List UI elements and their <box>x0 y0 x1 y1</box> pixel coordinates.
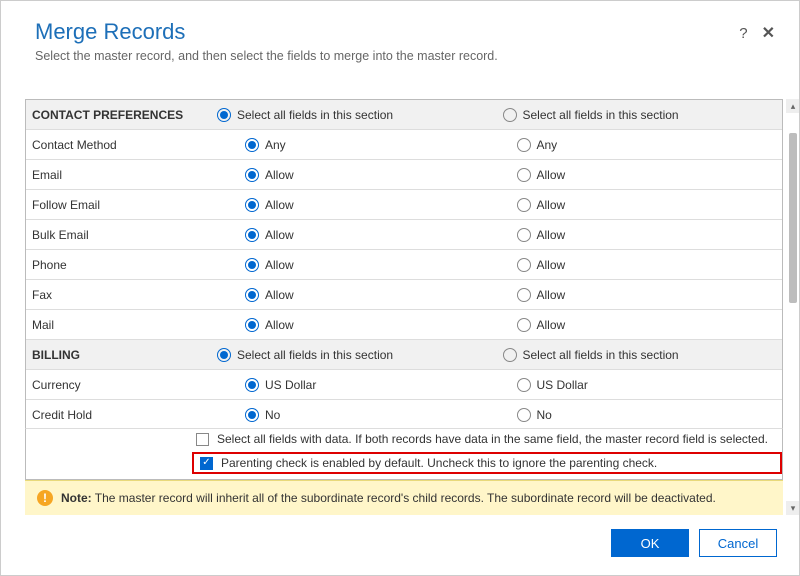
field-b-value: No <box>537 408 552 422</box>
field-b-radio[interactable] <box>517 138 531 152</box>
dialog-subtitle: Select the master record, and then selec… <box>35 49 775 63</box>
field-b-radio[interactable] <box>517 378 531 392</box>
select-all-a-radio[interactable] <box>217 108 231 122</box>
field-b-value: Allow <box>537 168 566 182</box>
scroll-thumb[interactable] <box>789 133 797 303</box>
select-all-label: Select all fields in this section <box>237 348 393 362</box>
select-all-b-radio[interactable] <box>503 108 517 122</box>
field-a-value: No <box>265 408 280 422</box>
field-row: Contact Method Any Any <box>26 130 782 160</box>
select-all-label: Select all fields in this section <box>523 108 679 122</box>
field-b-radio[interactable] <box>517 318 531 332</box>
dialog-header: Merge Records ? ✕ Select the master reco… <box>1 1 799 69</box>
field-a-value: Allow <box>265 228 294 242</box>
field-a-value: Allow <box>265 168 294 182</box>
scroll-track[interactable] <box>786 113 799 501</box>
field-b-value: Allow <box>537 288 566 302</box>
bottom-options: Select all fields with data. If both rec… <box>25 428 783 480</box>
field-a-radio[interactable] <box>245 198 259 212</box>
cancel-button[interactable]: Cancel <box>699 529 777 557</box>
parenting-check-row: ✓ Parenting check is enabled by default.… <box>26 449 782 479</box>
field-label: Fax <box>26 282 211 308</box>
field-row: Phone Allow Allow <box>26 250 782 280</box>
field-b-value: Allow <box>537 318 566 332</box>
field-a-value: Any <box>265 138 286 152</box>
ok-button[interactable]: OK <box>611 529 689 557</box>
section-title: CONTACT PREFERENCES <box>26 102 211 128</box>
field-a-radio[interactable] <box>245 318 259 332</box>
select-all-label: Select all fields in this section <box>237 108 393 122</box>
field-a-radio[interactable] <box>245 168 259 182</box>
field-b-value: Any <box>537 138 558 152</box>
section-header-contact: CONTACT PREFERENCES Select all fields in… <box>26 100 782 130</box>
field-label: Credit Hold <box>26 402 211 428</box>
parenting-highlight: ✓ Parenting check is enabled by default.… <box>192 452 782 474</box>
field-a-value: US Dollar <box>265 378 316 392</box>
help-icon[interactable]: ? <box>739 25 747 42</box>
field-b-value: Allow <box>537 258 566 272</box>
warning-icon: ! <box>37 490 53 506</box>
content-area: CONTACT PREFERENCES Select all fields in… <box>1 69 799 515</box>
field-label: Follow Email <box>26 192 211 218</box>
field-row: Email Allow Allow <box>26 160 782 190</box>
parenting-checkbox[interactable]: ✓ <box>200 457 213 470</box>
field-row: Credit Hold No No <box>26 400 782 428</box>
select-all-a-radio[interactable] <box>217 348 231 362</box>
dialog-title: Merge Records <box>35 19 739 45</box>
note-bar: ! Note: The master record will inherit a… <box>25 480 783 515</box>
field-a-radio[interactable] <box>245 138 259 152</box>
fields-grid: CONTACT PREFERENCES Select all fields in… <box>25 99 783 428</box>
field-row: Follow Email Allow Allow <box>26 190 782 220</box>
dialog-footer: OK Cancel <box>1 515 799 575</box>
select-all-b-radio[interactable] <box>503 348 517 362</box>
field-b-value: Allow <box>537 198 566 212</box>
vertical-scrollbar[interactable]: ▴ ▾ <box>786 99 799 515</box>
field-b-radio[interactable] <box>517 288 531 302</box>
field-b-radio[interactable] <box>517 198 531 212</box>
field-a-radio[interactable] <box>245 258 259 272</box>
scroll-down-icon[interactable]: ▾ <box>786 501 799 515</box>
note-text: Note: The master record will inherit all… <box>61 491 716 505</box>
field-b-radio[interactable] <box>517 168 531 182</box>
field-b-value: Allow <box>537 228 566 242</box>
field-row: Mail Allow Allow <box>26 310 782 340</box>
field-label: Currency <box>26 372 211 398</box>
field-row: Bulk Email Allow Allow <box>26 220 782 250</box>
section-header-billing: BILLING Select all fields in this sectio… <box>26 340 782 370</box>
field-b-radio[interactable] <box>517 228 531 242</box>
field-a-radio[interactable] <box>245 288 259 302</box>
select-all-data-row: Select all fields with data. If both rec… <box>26 429 782 449</box>
field-label: Contact Method <box>26 132 211 158</box>
field-label: Email <box>26 162 211 188</box>
field-a-value: Allow <box>265 318 294 332</box>
field-a-radio[interactable] <box>245 228 259 242</box>
parenting-label: Parenting check is enabled by default. U… <box>221 456 657 470</box>
merge-records-dialog: Merge Records ? ✕ Select the master reco… <box>0 0 800 576</box>
field-a-radio[interactable] <box>245 408 259 422</box>
section-title: BILLING <box>26 342 211 368</box>
field-row: Currency US Dollar US Dollar <box>26 370 782 400</box>
field-label: Mail <box>26 312 211 338</box>
field-a-value: Allow <box>265 258 294 272</box>
scroll-up-icon[interactable]: ▴ <box>786 99 799 113</box>
field-label: Bulk Email <box>26 222 211 248</box>
close-icon[interactable]: ✕ <box>762 23 775 43</box>
field-a-value: Allow <box>265 198 294 212</box>
select-all-data-label: Select all fields with data. If both rec… <box>217 432 768 446</box>
field-b-value: US Dollar <box>537 378 588 392</box>
select-all-label: Select all fields in this section <box>523 348 679 362</box>
field-b-radio[interactable] <box>517 408 531 422</box>
field-a-value: Allow <box>265 288 294 302</box>
field-b-radio[interactable] <box>517 258 531 272</box>
field-a-radio[interactable] <box>245 378 259 392</box>
select-all-data-checkbox[interactable] <box>196 433 209 446</box>
field-label: Phone <box>26 252 211 278</box>
field-row: Fax Allow Allow <box>26 280 782 310</box>
